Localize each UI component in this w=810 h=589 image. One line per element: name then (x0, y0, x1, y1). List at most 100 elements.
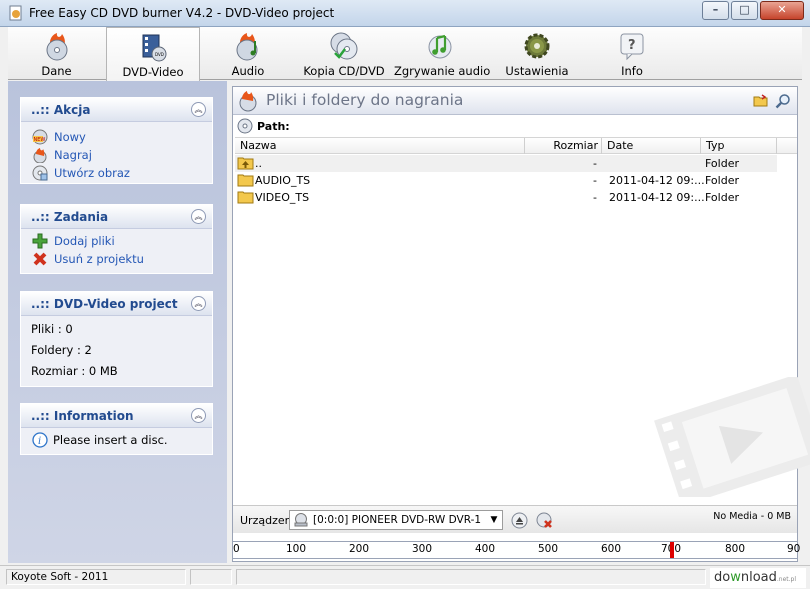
media-status: No Media - 0 MB (713, 511, 791, 522)
toolbar-label: Kopia CD/DVD (303, 64, 385, 78)
toolbar-kopia[interactable]: Kopia CD/DVD (300, 27, 388, 80)
file-row[interactable]: .. - Folder (235, 155, 777, 172)
action-nagraj[interactable]: Nagraj (21, 146, 212, 164)
project-panel-header[interactable]: ..:: DVD-Video project ︽ (21, 292, 212, 316)
collapse-chevron-icon[interactable]: ︽ (191, 102, 206, 117)
capacity-limit-marker (670, 542, 674, 558)
file-name: .. (255, 157, 262, 170)
file-row[interactable]: VIDEO_TS - 2011-04-12 09:... Folder (235, 189, 777, 206)
application-window: Free Easy CD DVD burner V4.2 - DVD-Video… (0, 0, 810, 589)
search-icon[interactable] (775, 93, 791, 109)
svg-text:i: i (38, 436, 41, 447)
stat-pliki: Pliki : 0 (21, 320, 212, 341)
task-label: Dodaj pliki (54, 234, 115, 248)
close-button[interactable]: ✕ (760, 1, 804, 20)
stat-text: Pliki : 0 (31, 322, 73, 336)
ruler-tick: 300 (412, 543, 433, 555)
file-date: 2011-04-12 09:... (609, 174, 705, 187)
toolbar-label: DVD-Video (122, 65, 184, 79)
ruler-tick: 400 (475, 543, 496, 555)
ruler-tick: 600 (601, 543, 622, 555)
parent-folder-icon (237, 157, 254, 170)
panel-title: ..:: Akcja (31, 103, 91, 117)
toolbar-label: Zgrywanie audio (394, 64, 491, 78)
audio-disc-flame-icon (236, 33, 258, 61)
file-name: AUDIO_TS (255, 174, 311, 187)
toolbar-audio[interactable]: Audio (211, 27, 285, 80)
panel-title: ..:: DVD-Video project (31, 297, 178, 311)
column-size[interactable]: Rozmiar (525, 138, 602, 154)
info-message: Please insert a disc. (53, 433, 168, 447)
toolbar-dvd-video[interactable]: DVD DVD-Video (106, 27, 200, 81)
capacity-ruler: 0 100 200 300 400 500 600 700 800 90 (232, 541, 801, 559)
svg-text:NEW: NEW (34, 137, 46, 143)
project-panel: ..:: DVD-Video project ︽ Pliki : 0 Folde… (20, 291, 213, 387)
svg-text:?: ? (628, 38, 636, 53)
panel-title: ..:: Information (31, 409, 134, 423)
panel-title: Pliki i foldery do nagrania (266, 91, 464, 109)
toolbar-ustawienia[interactable]: Ustawienia (498, 27, 576, 80)
column-date[interactable]: Date (602, 138, 701, 154)
status-bar: Koyote Soft - 2011 (0, 565, 810, 589)
open-folder-icon[interactable] (753, 93, 769, 109)
erase-disc-icon[interactable] (536, 512, 553, 529)
information-panel-header[interactable]: ..:: Information ︽ (21, 404, 212, 428)
action-label: Nagraj (54, 148, 92, 162)
akcja-panel: ..:: Akcja ︽ NEW Nowy Nagraj Utwórz obra… (20, 97, 213, 184)
maximize-button[interactable]: □ (731, 1, 758, 20)
status-cell-2 (190, 569, 232, 585)
drive-value: [0:0:0] PIONEER DVD-RW DVR-112 (313, 514, 481, 526)
zadania-panel-header[interactable]: ..:: Zadania ︽ (21, 205, 212, 229)
ruler-tick: 90 (787, 543, 801, 555)
action-nowy[interactable]: NEW Nowy (21, 128, 212, 146)
toolbar-label: Ustawienia (505, 64, 569, 78)
data-disc-flame-icon (46, 33, 67, 61)
toolbar-info[interactable]: ? Info (596, 27, 668, 80)
toolbar-zgrywanie[interactable]: Zgrywanie audio (394, 27, 491, 80)
copy-disc-icon (330, 32, 358, 60)
folder-icon (237, 174, 254, 187)
column-name[interactable]: Nazwa (235, 138, 525, 154)
task-dodaj-pliki[interactable]: Dodaj pliki (21, 232, 212, 250)
action-label: Nowy (54, 130, 86, 144)
collapse-chevron-icon[interactable]: ︽ (191, 296, 206, 311)
info-help-icon: ? (620, 33, 644, 61)
file-name: VIDEO_TS (255, 191, 310, 204)
file-size: - (593, 157, 597, 170)
minimize-button[interactable]: – (702, 1, 729, 20)
ruler-tick: 800 (725, 543, 746, 555)
dropdown-arrow-icon[interactable]: ▼ (486, 511, 502, 529)
folder-icon (237, 191, 254, 204)
minimize-icon: – (712, 3, 719, 16)
information-panel: ..:: Information ︽ i Please insert a dis… (20, 403, 213, 455)
path-label: Path: (257, 120, 290, 133)
action-utworz-obraz[interactable]: Utwórz obraz (21, 164, 212, 182)
rip-audio-icon (428, 34, 452, 59)
eject-icon[interactable] (511, 512, 528, 529)
maximize-icon: □ (739, 3, 750, 16)
svg-text:DVD: DVD (155, 52, 164, 57)
stat-text: Foldery : 2 (31, 343, 92, 357)
toolbar-dane[interactable]: Dane (18, 27, 95, 80)
collapse-chevron-icon[interactable]: ︽ (191, 408, 206, 423)
add-plus-icon (32, 233, 48, 249)
download-watermark-logo: download.net.pl (710, 568, 806, 588)
title-bar[interactable]: Free Easy CD DVD burner V4.2 - DVD-Video… (0, 0, 810, 27)
panel-title: ..:: Zadania (31, 210, 109, 224)
drive-select[interactable]: [0:0:0] PIONEER DVD-RW DVR-112 ▼ (289, 510, 503, 530)
column-type[interactable]: Typ (701, 138, 777, 154)
task-usun[interactable]: Usuń z projektu (21, 250, 212, 268)
create-image-icon (32, 165, 48, 181)
ruler-tick: 200 (349, 543, 370, 555)
akcja-panel-header[interactable]: ..:: Akcja ︽ (21, 98, 212, 122)
collapse-chevron-icon[interactable]: ︽ (191, 209, 206, 224)
film-strip-watermark-icon (654, 377, 810, 497)
info-circle-icon: i (32, 432, 48, 448)
file-panel-header: Pliki i foldery do nagrania (233, 87, 797, 115)
main-toolbar: Dane DVD DVD-Video Audio Kopia CD/DVD Zg… (8, 27, 802, 81)
status-company: Koyote Soft - 2011 (6, 569, 186, 585)
file-row[interactable]: AUDIO_TS - 2011-04-12 09:... Folder (235, 172, 777, 189)
info-message-row: i Please insert a disc. (21, 431, 212, 449)
file-list-header: Nazwa Rozmiar Date Typ (235, 137, 797, 154)
file-date: 2011-04-12 09:... (609, 191, 705, 204)
